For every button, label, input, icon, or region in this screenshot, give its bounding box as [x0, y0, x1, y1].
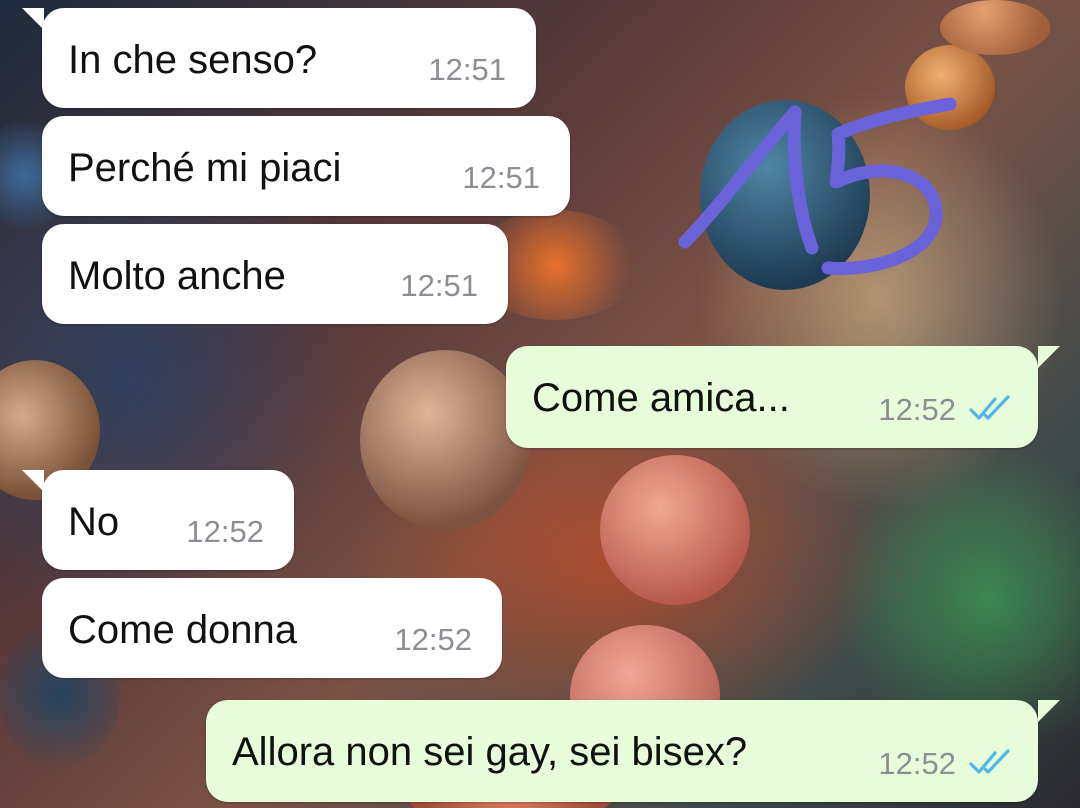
outgoing-bubble-tail	[1038, 346, 1060, 368]
message-text: Molto anche	[68, 254, 286, 298]
message-text: In che senso?	[68, 38, 318, 82]
incoming-message-bubble[interactable]: Molto anche 12:51	[42, 224, 508, 324]
message-time: 12:52	[878, 392, 956, 427]
incoming-bubble-tail	[22, 470, 44, 492]
message-text: Allora non sei gay, sei bisex?	[232, 730, 748, 774]
message-time: 12:51	[400, 268, 478, 303]
message-text: Come amica...	[532, 376, 790, 420]
message-time: 12:52	[394, 622, 472, 657]
outgoing-bubble-tail	[1038, 700, 1060, 722]
outgoing-message-bubble[interactable]: Come amica... 12:52	[506, 346, 1038, 448]
incoming-message-bubble[interactable]: No 12:52	[42, 470, 294, 570]
incoming-message-bubble[interactable]: Come donna 12:52	[42, 578, 502, 678]
message-text: Perché mi piaci	[68, 146, 342, 190]
outgoing-message-bubble[interactable]: Allora non sei gay, sei bisex? 12:52	[206, 700, 1038, 802]
message-time: 12:51	[462, 160, 540, 195]
incoming-message-bubble[interactable]: Perché mi piaci 12:51	[42, 116, 570, 216]
incoming-bubble-tail	[22, 8, 44, 30]
message-time: 12:51	[428, 52, 506, 87]
message-text: Come donna	[68, 608, 298, 652]
double-check-icon	[969, 395, 1010, 420]
message-time: 12:52	[186, 514, 264, 549]
incoming-message-bubble[interactable]: In che senso? 12:51	[42, 8, 536, 108]
handwritten-number-annotation	[678, 97, 957, 275]
double-check-icon	[969, 749, 1010, 774]
message-time: 12:52	[878, 746, 956, 781]
message-text: No	[68, 500, 120, 544]
